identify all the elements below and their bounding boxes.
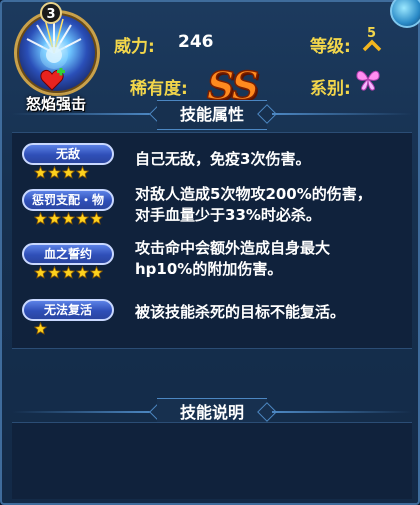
type-label: 系别: <box>310 79 351 99</box>
grade-indicator: 5 <box>362 26 382 54</box>
star-icon <box>76 166 89 179</box>
divider <box>272 113 412 115</box>
blue-gem-icon[interactable] <box>390 0 420 28</box>
explanation-content <box>12 422 412 499</box>
star-icon <box>90 212 103 225</box>
attribute-description: 被该技能杀死的目标不能复活。 <box>135 302 405 323</box>
attribute-tag[interactable]: 惩罚支配・物 <box>22 189 114 211</box>
star-icon <box>34 166 47 179</box>
star-icon <box>76 266 89 279</box>
star-icon <box>62 212 75 225</box>
grade-label: 等级: <box>310 37 351 57</box>
star-rating <box>34 320 48 335</box>
butterfly-icon <box>356 70 380 91</box>
star-icon <box>76 212 89 225</box>
star-icon <box>34 212 47 225</box>
star-icon <box>90 266 103 279</box>
star-icon <box>48 166 61 179</box>
section-title: 技能属性 <box>157 100 267 130</box>
description-line: hp10%的附加伤害。 <box>135 260 283 278</box>
description-line: 自己无敌，免疫3次伤害。 <box>135 150 311 168</box>
skill-level-badge: 3 <box>40 2 62 24</box>
skill-info-panel: 3 怒焰强击 威力: 246 等级: 5 稀有度: SS 系别: 技能属性 无敌 <box>0 0 420 505</box>
star-rating <box>34 164 90 179</box>
star-icon <box>48 212 61 225</box>
description-line: 对手血量少于33%时必杀。 <box>135 206 321 224</box>
star-icon <box>48 266 61 279</box>
divider <box>12 411 152 413</box>
description-line: 被该技能杀死的目标不能复活。 <box>135 303 346 321</box>
attribute-list: 无敌 自己无敌，免疫3次伤害。 惩罚支配・物 对敌人造成5次物攻200%的伤害，… <box>12 132 412 349</box>
divider <box>12 113 152 115</box>
attribute-tag[interactable]: 无法复活 <box>22 299 114 321</box>
attribute-description: 自己无敌，免疫3次伤害。 <box>135 149 405 170</box>
description-line: 攻击命中会额外造成自身最大 <box>135 239 331 257</box>
power-label: 威力: <box>114 37 155 57</box>
divider <box>272 411 412 413</box>
grade-value: 5 <box>367 26 377 41</box>
heart-plus-icon <box>40 68 65 91</box>
description-line: 对敌人造成5次物攻200%的伤害， <box>135 185 372 203</box>
star-rating <box>34 264 104 279</box>
attribute-tag[interactable]: 无敌 <box>22 143 114 165</box>
attribute-tag[interactable]: 血之誓约 <box>22 243 114 265</box>
star-icon <box>62 166 75 179</box>
power-value: 246 <box>178 32 214 52</box>
attribute-description: 攻击命中会额外造成自身最大 hp10%的附加伤害。 <box>135 238 405 280</box>
star-icon <box>62 266 75 279</box>
rarity-label: 稀有度: <box>130 79 188 99</box>
star-icon <box>34 322 47 335</box>
attributes-section-header: 技能属性 <box>12 100 412 130</box>
attribute-description: 对敌人造成5次物攻200%的伤害， 对手血量少于33%时必杀。 <box>135 184 405 226</box>
star-icon <box>34 266 47 279</box>
star-rating <box>34 210 104 225</box>
